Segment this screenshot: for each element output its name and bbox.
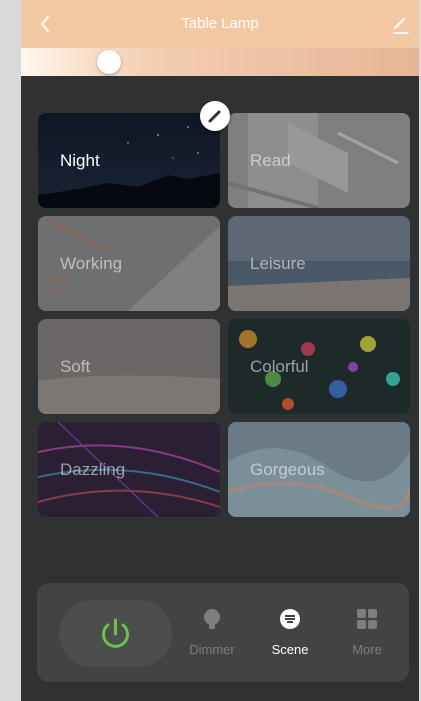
pencil-icon: [393, 18, 409, 34]
scene-card-soft[interactable]: Soft: [38, 319, 220, 414]
scene-label: Working: [60, 254, 123, 273]
header-bar: Table Lamp: [21, 0, 419, 48]
phone-screen: Table Lamp Night Read Working Leisure So…: [21, 0, 419, 701]
brightness-slider-fill: [21, 48, 109, 76]
grid-icon: [357, 609, 377, 629]
page-title: Table Lamp: [181, 15, 259, 32]
scene-label: Colorful: [250, 357, 309, 376]
power-button[interactable]: [59, 600, 172, 667]
tab-more[interactable]: More: [337, 607, 397, 667]
scene-grid: Night Read Working Leisure Soft Colorful…: [38, 113, 410, 517]
power-icon: [102, 618, 129, 648]
scene-label: Read: [250, 151, 291, 170]
brightness-slider-thumb[interactable]: [97, 50, 121, 74]
scene-label: Leisure: [250, 254, 306, 273]
edit-scene-button[interactable]: [200, 101, 230, 131]
tab-label: Dimmer: [189, 642, 235, 657]
bulb-icon: [204, 609, 220, 629]
scene-card-gorgeous[interactable]: Gorgeous: [228, 422, 410, 517]
tab-label: More: [352, 642, 382, 657]
brightness-slider[interactable]: [21, 48, 419, 76]
tab-scene[interactable]: Scene: [260, 607, 320, 667]
scene-card-colorful[interactable]: Colorful: [228, 319, 410, 414]
scene-card-read[interactable]: Read: [228, 113, 410, 208]
scene-card-night[interactable]: Night: [38, 113, 220, 208]
edit-name-button[interactable]: [391, 14, 411, 34]
chevron-left-icon: [41, 16, 49, 32]
back-button[interactable]: [35, 12, 57, 36]
scene-label: Night: [60, 151, 100, 170]
tab-dimmer[interactable]: Dimmer: [182, 607, 242, 667]
scene-icon: [280, 609, 300, 629]
scene-label: Dazzling: [60, 460, 126, 479]
scene-card-leisure[interactable]: Leisure: [228, 216, 410, 311]
pencil-icon: [208, 110, 221, 123]
scene-card-working[interactable]: Working: [38, 216, 220, 311]
scene-label: Soft: [60, 357, 91, 376]
tab-label: Scene: [271, 642, 309, 657]
bottom-bar: Dimmer Scene More: [37, 583, 409, 682]
scene-label: Gorgeous: [250, 460, 325, 479]
scene-card-dazzling[interactable]: Dazzling: [38, 422, 220, 517]
